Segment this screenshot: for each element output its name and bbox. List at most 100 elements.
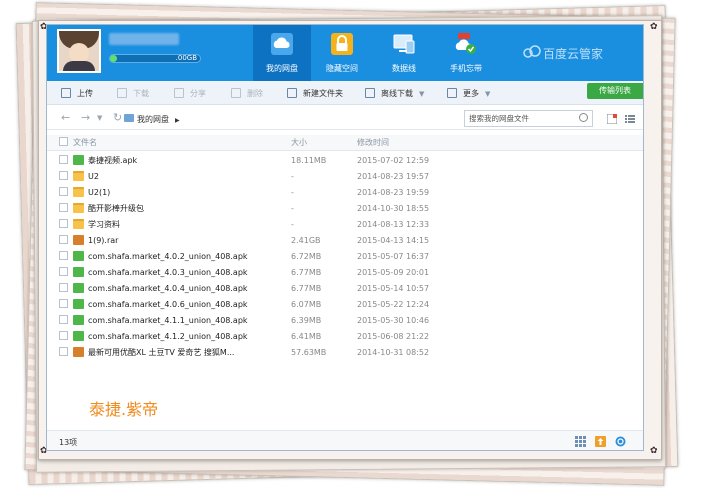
checkbox[interactable] xyxy=(59,235,68,244)
tab-data-cable[interactable]: 数据线 xyxy=(375,25,433,81)
file-row[interactable]: 泰捷视频.apk 18.11MB 2015-07-02 12:59 xyxy=(47,153,643,169)
delete-button[interactable]: 删除 xyxy=(231,87,263,101)
file-row[interactable]: 酷开影棒升级包 - 2014-10-30 18:55 xyxy=(47,201,643,217)
breadcrumb-item: 我的网盘 xyxy=(137,115,169,124)
file-name-cell[interactable]: 泰捷视频.apk xyxy=(73,153,137,169)
apk-file-icon xyxy=(73,267,84,277)
checkbox[interactable] xyxy=(59,251,68,260)
breadcrumb[interactable]: 我的网盘 ▶ xyxy=(137,114,180,125)
checkbox[interactable] xyxy=(59,171,68,180)
file-row[interactable]: com.shafa.market_4.1.1_union_408.apk 6.39… xyxy=(47,313,643,329)
row-checkbox[interactable] xyxy=(59,281,68,297)
search-icon[interactable] xyxy=(579,113,588,122)
folder-file-icon xyxy=(73,187,84,197)
file-row[interactable]: 最新可用优酷XL 土豆TV 爱奇艺 搜狐M... 57.63MB 2014-10-3… xyxy=(47,345,643,361)
address-bar: ← → ▼ ↻ 我的网盘 ▶ 搜索我的网盘文件 xyxy=(47,106,643,130)
column-size[interactable]: 大小 xyxy=(291,135,307,151)
checkbox[interactable] xyxy=(59,347,68,356)
more-button[interactable]: 更多 ▼ xyxy=(447,87,490,101)
row-checkbox[interactable] xyxy=(59,169,68,185)
search-input[interactable]: 搜索我的网盘文件 xyxy=(464,110,593,127)
checkbox[interactable] xyxy=(59,187,68,196)
file-row[interactable]: com.shafa.market_4.0.3_union_408.apk 6.77… xyxy=(47,265,643,281)
delete-label: 删除 xyxy=(247,89,263,98)
row-checkbox[interactable] xyxy=(59,233,68,249)
download-button[interactable]: 下载 xyxy=(117,87,149,101)
file-row[interactable]: 学习资料 - 2014-08-13 12:33 xyxy=(47,217,643,233)
tab-phone-forgot[interactable]: 手机忘带 xyxy=(437,25,495,81)
file-row[interactable]: 1(9).rar 2.41GB 2015-04-13 14:15 xyxy=(47,233,643,249)
file-size: - xyxy=(291,172,294,181)
tab-my-netdisk[interactable]: 我的网盘 xyxy=(253,25,311,81)
file-name-cell[interactable]: com.shafa.market_4.1.1_union_408.apk xyxy=(73,313,248,329)
history-dropdown-icon[interactable]: ▼ xyxy=(97,114,102,122)
back-arrow-icon[interactable]: ← xyxy=(61,111,70,124)
folder-file-icon xyxy=(73,171,84,181)
new-folder-button[interactable]: 新建文件夹 xyxy=(287,87,343,101)
upload-arrow-icon[interactable] xyxy=(595,436,606,447)
row-checkbox[interactable] xyxy=(59,297,68,313)
row-checkbox[interactable] xyxy=(59,153,68,169)
column-name[interactable]: 文件名 xyxy=(73,135,97,151)
apk-file-icon xyxy=(73,251,84,261)
tab-label: 我的网盘 xyxy=(266,64,298,73)
row-checkbox[interactable] xyxy=(59,185,68,201)
file-name-cell[interactable]: U2 xyxy=(73,169,99,185)
file-name-cell[interactable]: com.shafa.market_4.0.4_union_408.apk xyxy=(73,281,248,297)
checkbox[interactable] xyxy=(59,283,68,292)
row-checkbox[interactable] xyxy=(59,201,68,217)
file-name-cell[interactable]: 最新可用优酷XL 土豆TV 爱奇艺 搜狐M... xyxy=(73,345,234,361)
file-name-cell[interactable]: com.shafa.market_4.0.3_union_408.apk xyxy=(73,265,248,281)
file-name-cell[interactable]: U2(1) xyxy=(73,185,110,201)
checkbox[interactable] xyxy=(59,267,68,276)
help-icon[interactable] xyxy=(615,436,626,447)
file-name-cell[interactable]: 1(9).rar xyxy=(73,233,118,249)
file-row[interactable]: U2(1) - 2014-08-23 19:59 xyxy=(47,185,643,201)
file-row[interactable]: U2 - 2014-08-23 19:57 xyxy=(47,169,643,185)
file-size: 6.77MB xyxy=(291,268,322,277)
refresh-icon[interactable]: ↻ xyxy=(113,111,122,124)
file-size: - xyxy=(291,220,294,229)
row-checkbox[interactable] xyxy=(59,249,68,265)
file-row[interactable]: com.shafa.market_4.0.6_union_408.apk 6.07… xyxy=(47,297,643,313)
file-name-cell[interactable]: com.shafa.market_4.1.2_union_408.apk xyxy=(73,329,248,345)
transfer-list-button[interactable]: 传输列表 xyxy=(587,83,643,99)
list-view-icon[interactable] xyxy=(625,114,635,124)
offline-download-button[interactable]: 离线下载 ▼ xyxy=(365,87,424,101)
file-name: 1(9).rar xyxy=(88,236,119,245)
file-row[interactable]: com.shafa.market_4.0.4_union_408.apk 6.77… xyxy=(47,281,643,297)
column-time[interactable]: 修改时间 xyxy=(357,135,389,151)
checkbox[interactable] xyxy=(59,137,68,146)
row-checkbox[interactable] xyxy=(59,313,68,329)
chevron-right-icon: ▶ xyxy=(175,117,180,124)
tab-hidden-space[interactable]: 隐藏空间 xyxy=(313,25,371,81)
toolbar: 上传 下载 分享 删除 新建文件夹 离线下载 ▼ 更多 ▼ xyxy=(47,81,643,105)
checkbox[interactable] xyxy=(59,203,68,212)
file-row[interactable]: com.shafa.market_4.1.2_union_408.apk 6.41… xyxy=(47,329,643,345)
avatar[interactable] xyxy=(57,29,101,73)
grid-view-icon[interactable] xyxy=(607,114,617,124)
grid-apps-icon[interactable] xyxy=(575,436,586,447)
file-name: com.shafa.market_4.0.2_union_408.apk xyxy=(88,252,248,261)
file-name: U2 xyxy=(88,172,99,181)
checkbox[interactable] xyxy=(59,219,68,228)
file-row[interactable]: com.shafa.market_4.0.2_union_408.apk 6.72… xyxy=(47,249,643,265)
file-name-cell[interactable]: com.shafa.market_4.0.6_union_408.apk xyxy=(73,297,248,313)
file-name: 泰捷视频.apk xyxy=(88,156,138,165)
file-name-cell[interactable]: 学习资料 xyxy=(73,217,120,233)
checkbox[interactable] xyxy=(59,315,68,324)
file-name-cell[interactable]: 酷开影棒升级包 xyxy=(73,201,144,217)
row-checkbox[interactable] xyxy=(59,265,68,281)
row-checkbox[interactable] xyxy=(59,329,68,345)
forward-arrow-icon[interactable]: → xyxy=(81,111,90,124)
row-checkbox[interactable] xyxy=(59,345,68,361)
select-all-checkbox[interactable] xyxy=(59,135,68,151)
checkbox[interactable] xyxy=(59,331,68,340)
upload-button[interactable]: 上传 xyxy=(61,87,93,101)
file-name-cell[interactable]: com.shafa.market_4.0.2_union_408.apk xyxy=(73,249,248,265)
share-button[interactable]: 分享 xyxy=(174,87,206,101)
checkbox[interactable] xyxy=(59,299,68,308)
row-checkbox[interactable] xyxy=(59,217,68,233)
checkbox[interactable] xyxy=(59,155,68,164)
folder-file-icon xyxy=(73,219,84,229)
